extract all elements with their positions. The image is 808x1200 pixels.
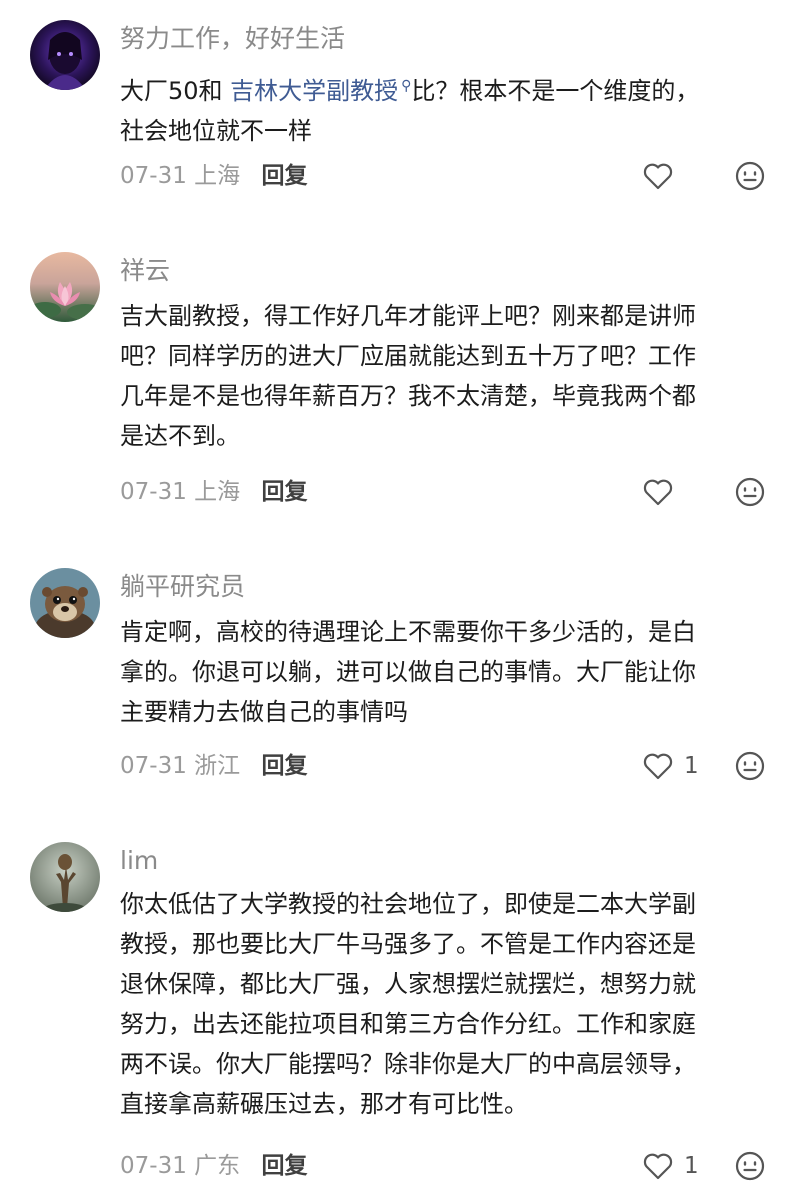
comment-text-line: 吉大副教授，得工作好几年才能评上吧？刚来都是讲师 <box>120 302 696 330</box>
username[interactable]: 努力工作，好好生活 <box>120 22 345 56</box>
comment-meta: 07-31 上海 回复 <box>120 474 307 510</box>
emoji-reaction-button[interactable] <box>734 1150 766 1182</box>
comment-text: 你太低估了大学教授的社会地位了，即使是二本大学副 教授，那也要比大厂牛马强多了。… <box>120 884 780 1124</box>
comment-text-line: 社会地位就不一样 <box>120 117 312 145</box>
like-button[interactable]: 1 <box>642 748 699 784</box>
emoji-reaction-button[interactable] <box>734 160 766 192</box>
comment-text-line: 拿的。你退可以躺，进可以做自己的事情。大厂能让你 <box>120 658 696 686</box>
like-count: 1 <box>684 753 699 779</box>
comment-text-line: 直接拿高薪碾压过去，那才有可比性。 <box>120 1090 528 1118</box>
emoji-face-icon <box>735 477 765 507</box>
avatar[interactable] <box>30 568 100 638</box>
comment-location: 广东 <box>194 1153 241 1179</box>
username[interactable]: 躺平研究员 <box>120 570 245 604</box>
search-icon[interactable]: ⚲ <box>401 78 411 94</box>
comment-text: 肯定啊，高校的待遇理论上不需要你干多少活的，是白 拿的。你退可以躺，进可以做自己… <box>120 612 780 732</box>
comment-location: 上海 <box>194 479 241 505</box>
emoji-reaction-button[interactable] <box>734 476 766 508</box>
comment-date: 07-31 <box>120 1153 187 1179</box>
reply-button[interactable]: 回复 <box>261 753 307 779</box>
comment-location: 上海 <box>194 163 241 189</box>
heart-outline-icon <box>643 163 673 190</box>
comment-date: 07-31 <box>120 163 187 189</box>
comment-text-line: 努力，出去还能拉项目和第三方合作分红。工作和家庭 <box>120 1010 696 1038</box>
avatar[interactable] <box>30 252 100 322</box>
reply-button[interactable]: 回复 <box>261 479 307 505</box>
comment-meta: 07-31 广东 回复 <box>120 1148 307 1184</box>
comment-meta: 07-31 浙江 回复 <box>120 748 307 784</box>
like-button[interactable] <box>642 474 684 510</box>
emoji-reaction-button[interactable] <box>734 750 766 782</box>
comment-text-line: 主要精力去做自己的事情吗 <box>120 698 408 726</box>
comment-text-line: 两不误。你大厂能摆吗？除非你是大厂的中高层领导， <box>120 1050 696 1078</box>
comment-text-line: 是达不到。 <box>120 422 240 450</box>
like-button[interactable] <box>642 158 684 194</box>
comment-text-line: 退休保障，都比大厂强，人家想摆烂就摆烂，想努力就 <box>120 970 696 998</box>
comment-text-line: 肯定啊，高校的待遇理论上不需要你干多少活的，是白 <box>120 618 696 646</box>
heart-outline-icon <box>643 1153 673 1180</box>
comment-text: 吉大副教授，得工作好几年才能评上吧？刚来都是讲师 吧？同样学历的进大厂应届就能达… <box>120 296 780 456</box>
emoji-face-icon <box>735 751 765 781</box>
like-count: 1 <box>684 1153 699 1179</box>
emoji-face-icon <box>735 1151 765 1181</box>
reply-button[interactable]: 回复 <box>261 163 307 189</box>
reply-button[interactable]: 回复 <box>261 1153 307 1179</box>
comment-text-line: 教授，那也要比大厂牛马强多了。不管是工作内容还是 <box>120 930 696 958</box>
comment-text-segment: 比？根本不是一个维度的， <box>411 77 700 105</box>
comment-location: 浙江 <box>194 753 241 779</box>
comment-date: 07-31 <box>120 753 187 779</box>
avatar[interactable] <box>30 20 100 90</box>
comment-text-line: 你太低估了大学教授的社会地位了，即使是二本大学副 <box>120 890 696 918</box>
username[interactable]: lim <box>120 844 158 878</box>
username[interactable]: 祥云 <box>120 254 170 288</box>
topic-link[interactable]: 吉林大学副教授 <box>230 77 398 105</box>
comment-text: 大厂50和 吉林大学副教授 ⚲比？根本不是一个维度的， 社会地位就不一样 <box>120 66 780 151</box>
comment-text-segment: 大厂50和 <box>120 77 231 105</box>
avatar[interactable] <box>30 842 100 912</box>
comment-meta: 07-31 上海 回复 <box>120 158 307 194</box>
heart-outline-icon <box>643 753 673 780</box>
comment-text-line: 几年是不是也得年薪百万？我不太清楚，毕竟我两个都 <box>120 382 696 410</box>
comment-date: 07-31 <box>120 479 187 505</box>
comment-text-line: 吧？同样学历的进大厂应届就能达到五十万了吧？工作 <box>120 342 696 370</box>
emoji-face-icon <box>735 161 765 191</box>
heart-outline-icon <box>643 479 673 506</box>
like-button[interactable]: 1 <box>642 1148 699 1184</box>
